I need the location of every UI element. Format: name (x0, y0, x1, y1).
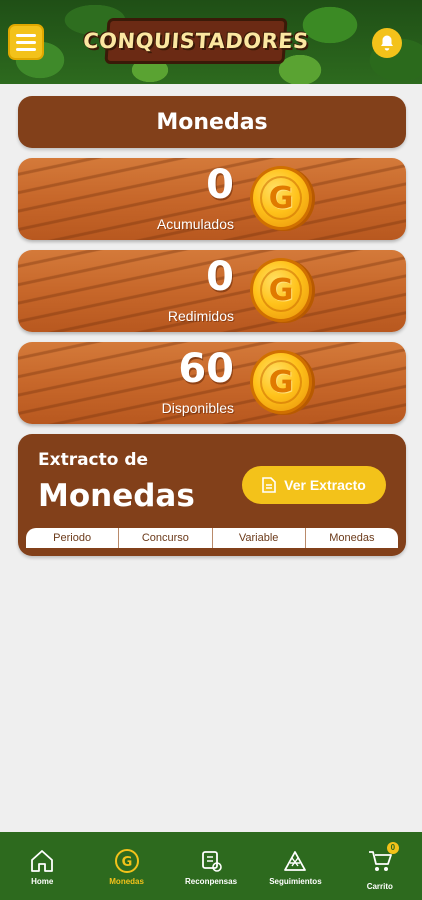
statement-table-header: Periodo Concurso Variable Monedas (26, 528, 398, 548)
statement-title-big: Monedas (38, 478, 195, 514)
hamburger-menu-icon[interactable] (8, 24, 44, 60)
nav-label-rewards: Reconpensas (185, 877, 238, 886)
home-icon (31, 850, 54, 872)
nav-label-cart: Carrito (366, 882, 393, 891)
available-value: 60 (178, 346, 234, 392)
page-title: Monedas (156, 109, 268, 135)
cart-count-badge: 0 (386, 842, 399, 854)
tracking-icon (284, 851, 307, 871)
coin-g-icon: G (250, 166, 312, 230)
accumulated-coins-card: 0 Acumulados G (18, 158, 406, 240)
nav-item-tracking[interactable]: Seguimientos (253, 832, 337, 900)
redeemed-label: Redimidos (167, 308, 234, 324)
accumulated-value: 0 (206, 162, 234, 208)
nav-item-cart[interactable]: 0 Carrito (338, 832, 422, 900)
app-header: CONQUISTADORES (0, 0, 422, 84)
rewards-icon (202, 851, 222, 872)
coin-g-icon: G (250, 258, 312, 322)
coin-icon: G (114, 849, 139, 873)
nav-label-coins: Monedas (109, 877, 144, 886)
available-coins-card: 60 Disponibles G (18, 342, 406, 424)
column-header-contest: Concurso (119, 528, 213, 548)
statement-title-small: Extracto de (38, 450, 149, 470)
app-logo: CONQUISTADORES (82, 18, 310, 64)
bell-icon[interactable] (372, 28, 402, 58)
coin-g-icon: G (250, 350, 312, 414)
statement-card: Extracto de Monedas Ver Extracto Periodo… (18, 434, 406, 556)
page-title-card: Monedas (18, 96, 406, 148)
logo-text: CONQUISTADORES (82, 29, 310, 53)
document-icon (262, 477, 276, 493)
column-header-coins: Monedas (329, 532, 375, 544)
column-header-variable: Variable (213, 528, 306, 548)
nav-item-rewards[interactable]: Reconpensas (169, 832, 253, 900)
nav-item-home[interactable]: Home (0, 832, 84, 900)
column-header-period: Periodo (26, 528, 120, 548)
accumulated-label: Acumulados (156, 216, 234, 232)
redeemed-value: 0 (206, 254, 234, 300)
view-statement-button[interactable]: Ver Extracto (242, 466, 386, 504)
view-statement-label: Ver Extracto (284, 477, 366, 493)
available-label: Disponibles (161, 400, 234, 416)
svg-text:G: G (121, 855, 132, 870)
nav-item-coins[interactable]: G Monedas (84, 832, 168, 900)
nav-label-home: Home (31, 877, 54, 886)
redeemed-coins-card: 0 Redimidos G (18, 250, 406, 332)
nav-label-tracking: Seguimientos (269, 877, 322, 886)
bottom-navigation: Home G Monedas Reconpensas Seguimientos (0, 832, 422, 900)
